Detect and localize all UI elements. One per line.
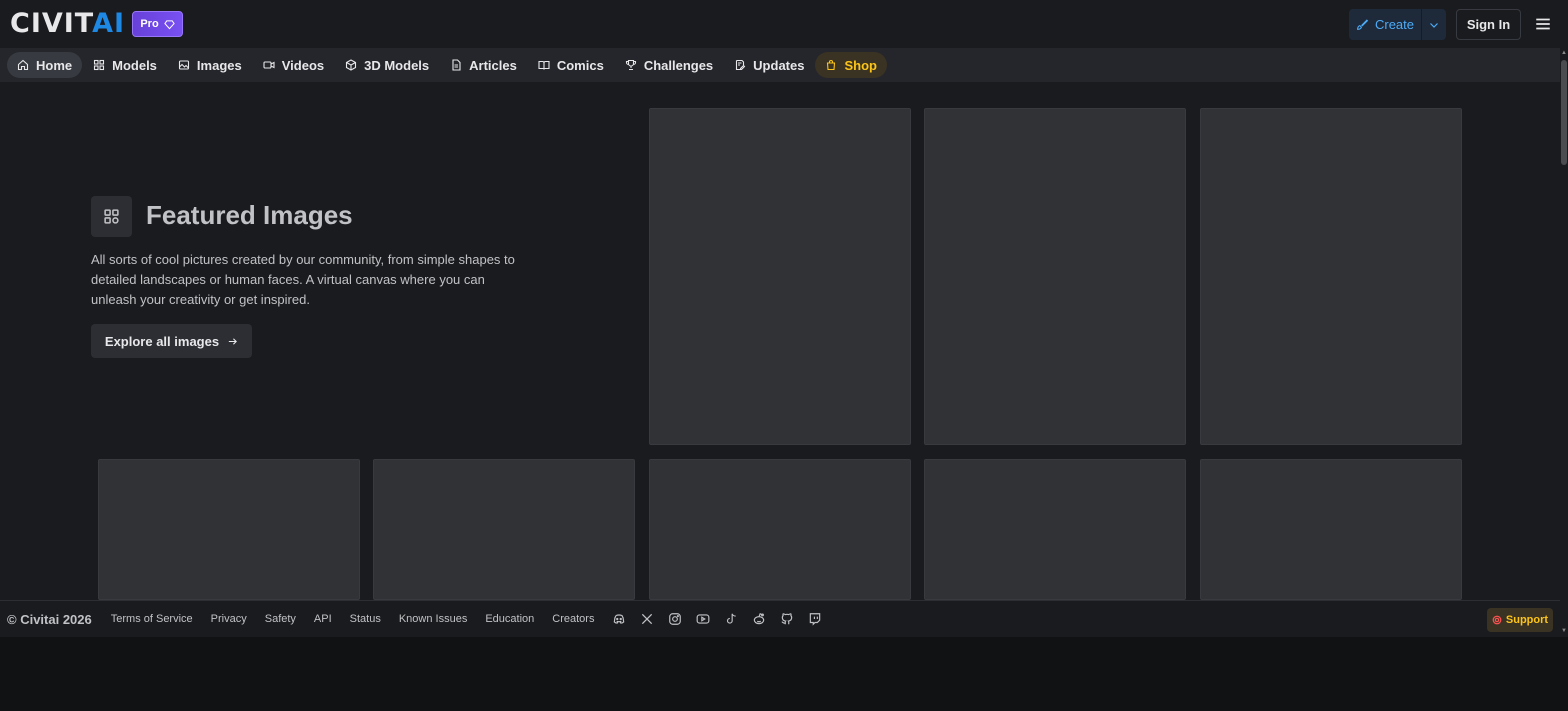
nav-label-challenges: Challenges: [643, 57, 714, 73]
footer-link-safety[interactable]: Safety: [265, 613, 296, 625]
logo-main-text: CIVIT: [10, 8, 93, 39]
photo-icon: [178, 60, 189, 70]
nav-label-videos: Videos: [281, 57, 325, 73]
video-icon: [263, 61, 275, 69]
support-button[interactable]: Support: [1487, 608, 1553, 632]
logo-wordmark: CIVITAI: [10, 10, 125, 37]
book-icon: [538, 60, 550, 70]
page-scrollbar[interactable]: ▲ ▼: [1560, 48, 1568, 637]
page-title: Featured Images: [146, 200, 353, 230]
support-label: Support: [1505, 614, 1549, 626]
footer-link-api[interactable]: API: [314, 613, 332, 625]
section-description: All sorts of cool pictures created by ou…: [91, 252, 515, 307]
footer-link-privacy[interactable]: Privacy: [211, 613, 247, 625]
create-label: Create: [1374, 17, 1415, 32]
copyright-text: © Civitai 2026: [7, 611, 92, 627]
logo-accent-text: AI: [92, 8, 126, 39]
civitai-logo[interactable]: CIVITAI: [10, 10, 125, 37]
trophy-icon: [625, 59, 636, 71]
sign-in-button[interactable]: Sign In: [1456, 9, 1521, 40]
chevron-down-icon: [1430, 22, 1438, 28]
nav-label-images: Images: [196, 57, 242, 73]
discord-icon[interactable]: [612, 612, 626, 626]
tiktok-icon[interactable]: [724, 612, 738, 626]
footer: © Civitai 2026 Terms of Service Privacy …: [0, 600, 1560, 637]
x-icon[interactable]: [640, 612, 654, 626]
updates-icon: [736, 59, 746, 71]
image-card-placeholder[interactable]: [649, 459, 911, 600]
reddit-icon[interactable]: [752, 612, 766, 626]
nav-label-3d-models: 3D Models: [364, 57, 430, 73]
explore-label: Explore all images: [104, 333, 220, 349]
footer-link-known-issues[interactable]: Known Issues: [399, 613, 467, 625]
footer-link-terms[interactable]: Terms of Service: [111, 613, 193, 625]
image-card-placeholder[interactable]: [924, 459, 1186, 600]
nav-item-images[interactable]: Images: [168, 52, 252, 78]
nav-item-challenges[interactable]: Challenges: [615, 52, 723, 78]
footer-link-creators[interactable]: Creators: [552, 613, 594, 625]
scroll-down-arrow-icon[interactable]: ▼: [1561, 628, 1567, 634]
nav-item-shop[interactable]: Shop: [815, 52, 887, 78]
top-header: CIVITAI Pro Create Sign In: [0, 0, 1568, 48]
explore-all-images-button[interactable]: Explore all images: [91, 324, 252, 358]
nav-item-videos[interactable]: Videos: [253, 52, 334, 78]
image-card-placeholder[interactable]: [373, 459, 635, 600]
nav-label-comics: Comics: [556, 57, 604, 73]
nav-item-models[interactable]: Models: [83, 52, 167, 78]
youtube-icon[interactable]: [696, 612, 710, 626]
arrow-right-icon: [228, 337, 238, 345]
create-split-button: Create: [1349, 9, 1446, 40]
nav-label-articles: Articles: [469, 57, 517, 73]
lifebuoy-icon: [1492, 615, 1502, 625]
image-card-placeholder[interactable]: [1200, 459, 1462, 600]
nav-item-articles[interactable]: Articles: [440, 52, 527, 78]
footer-link-education[interactable]: Education: [485, 613, 534, 625]
nav-item-comics[interactable]: Comics: [528, 52, 614, 78]
github-icon[interactable]: [780, 612, 794, 626]
grid-icon: [94, 59, 105, 71]
instagram-icon[interactable]: [668, 612, 682, 626]
nav-label-shop: Shop: [844, 57, 877, 73]
menu-icon[interactable]: [1534, 15, 1552, 33]
image-card-placeholder[interactable]: [924, 108, 1186, 445]
grid-icon: [104, 209, 119, 224]
article-icon: [452, 59, 461, 71]
brush-icon: [1357, 19, 1369, 30]
main-nav: Home Models Images Videos 3D Models Arti…: [0, 48, 1560, 82]
create-button[interactable]: Create: [1349, 9, 1421, 40]
shopping-bag-icon: [827, 60, 836, 71]
scrollbar-thumb[interactable]: [1561, 60, 1567, 165]
image-card-placeholder[interactable]: [98, 459, 360, 600]
pro-button[interactable]: Pro: [132, 11, 183, 37]
nav-item-3d-models[interactable]: 3D Models: [335, 52, 439, 78]
cube-icon: [346, 59, 357, 71]
diamond-icon: [163, 19, 175, 29]
app-root: CIVITAI Pro Create Sign In Home Models I…: [0, 0, 1568, 637]
home-icon: [17, 59, 29, 71]
image-card-placeholder[interactable]: [1200, 108, 1462, 445]
twitch-icon[interactable]: [808, 612, 822, 626]
footer-link-status[interactable]: Status: [350, 613, 381, 625]
scroll-up-arrow-icon[interactable]: ▲: [1561, 50, 1567, 56]
create-dropdown-button[interactable]: [1422, 9, 1446, 40]
image-card-placeholder[interactable]: [649, 108, 911, 445]
nav-label-models: Models: [112, 57, 157, 73]
nav-item-home[interactable]: Home: [7, 52, 83, 78]
nav-label-home: Home: [36, 57, 73, 73]
featured-images-icon-box: [91, 196, 132, 237]
pro-label: Pro: [140, 18, 159, 30]
nav-label-updates: Updates: [753, 57, 805, 73]
nav-item-updates[interactable]: Updates: [724, 52, 814, 78]
